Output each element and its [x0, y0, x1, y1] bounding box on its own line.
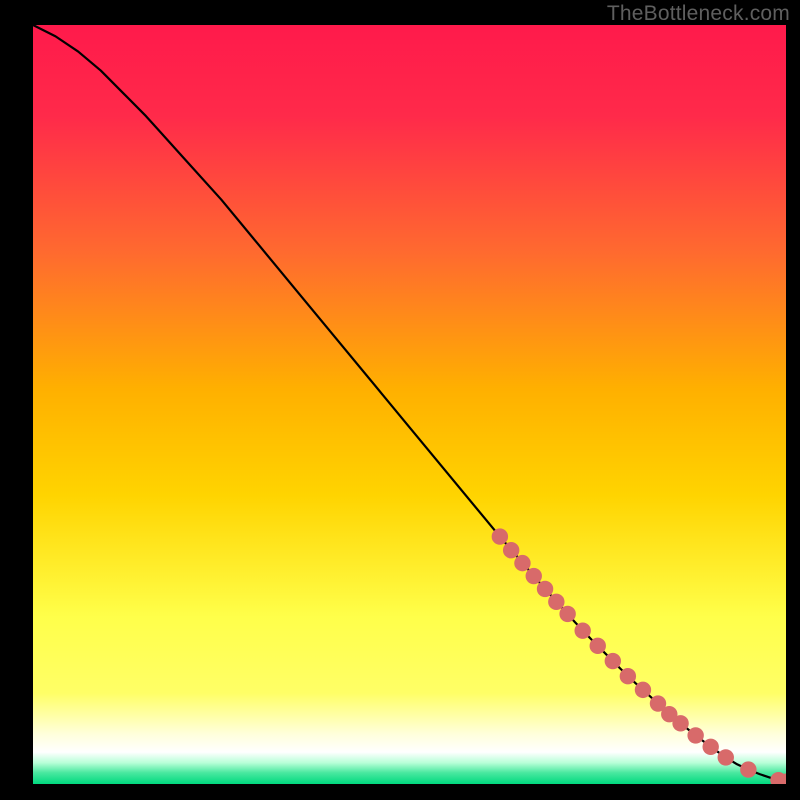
- data-marker: [526, 568, 542, 584]
- data-marker: [590, 638, 606, 654]
- watermark-text: TheBottleneck.com: [607, 2, 790, 26]
- data-marker: [718, 749, 734, 765]
- data-marker: [635, 682, 651, 698]
- data-marker: [492, 528, 508, 544]
- plot-area: [33, 25, 786, 784]
- chart-stage: TheBottleneck.com: [0, 0, 800, 800]
- data-marker: [559, 606, 575, 622]
- data-marker: [537, 581, 553, 597]
- data-marker: [605, 653, 621, 669]
- data-marker: [548, 594, 564, 610]
- data-marker: [703, 739, 719, 755]
- data-marker: [740, 761, 756, 777]
- gradient-background: [33, 25, 786, 784]
- data-marker: [514, 555, 530, 571]
- data-marker: [687, 727, 703, 743]
- data-marker: [503, 542, 519, 558]
- data-marker: [672, 715, 688, 731]
- data-marker: [574, 622, 590, 638]
- data-marker: [620, 668, 636, 684]
- chart-svg: [33, 25, 786, 784]
